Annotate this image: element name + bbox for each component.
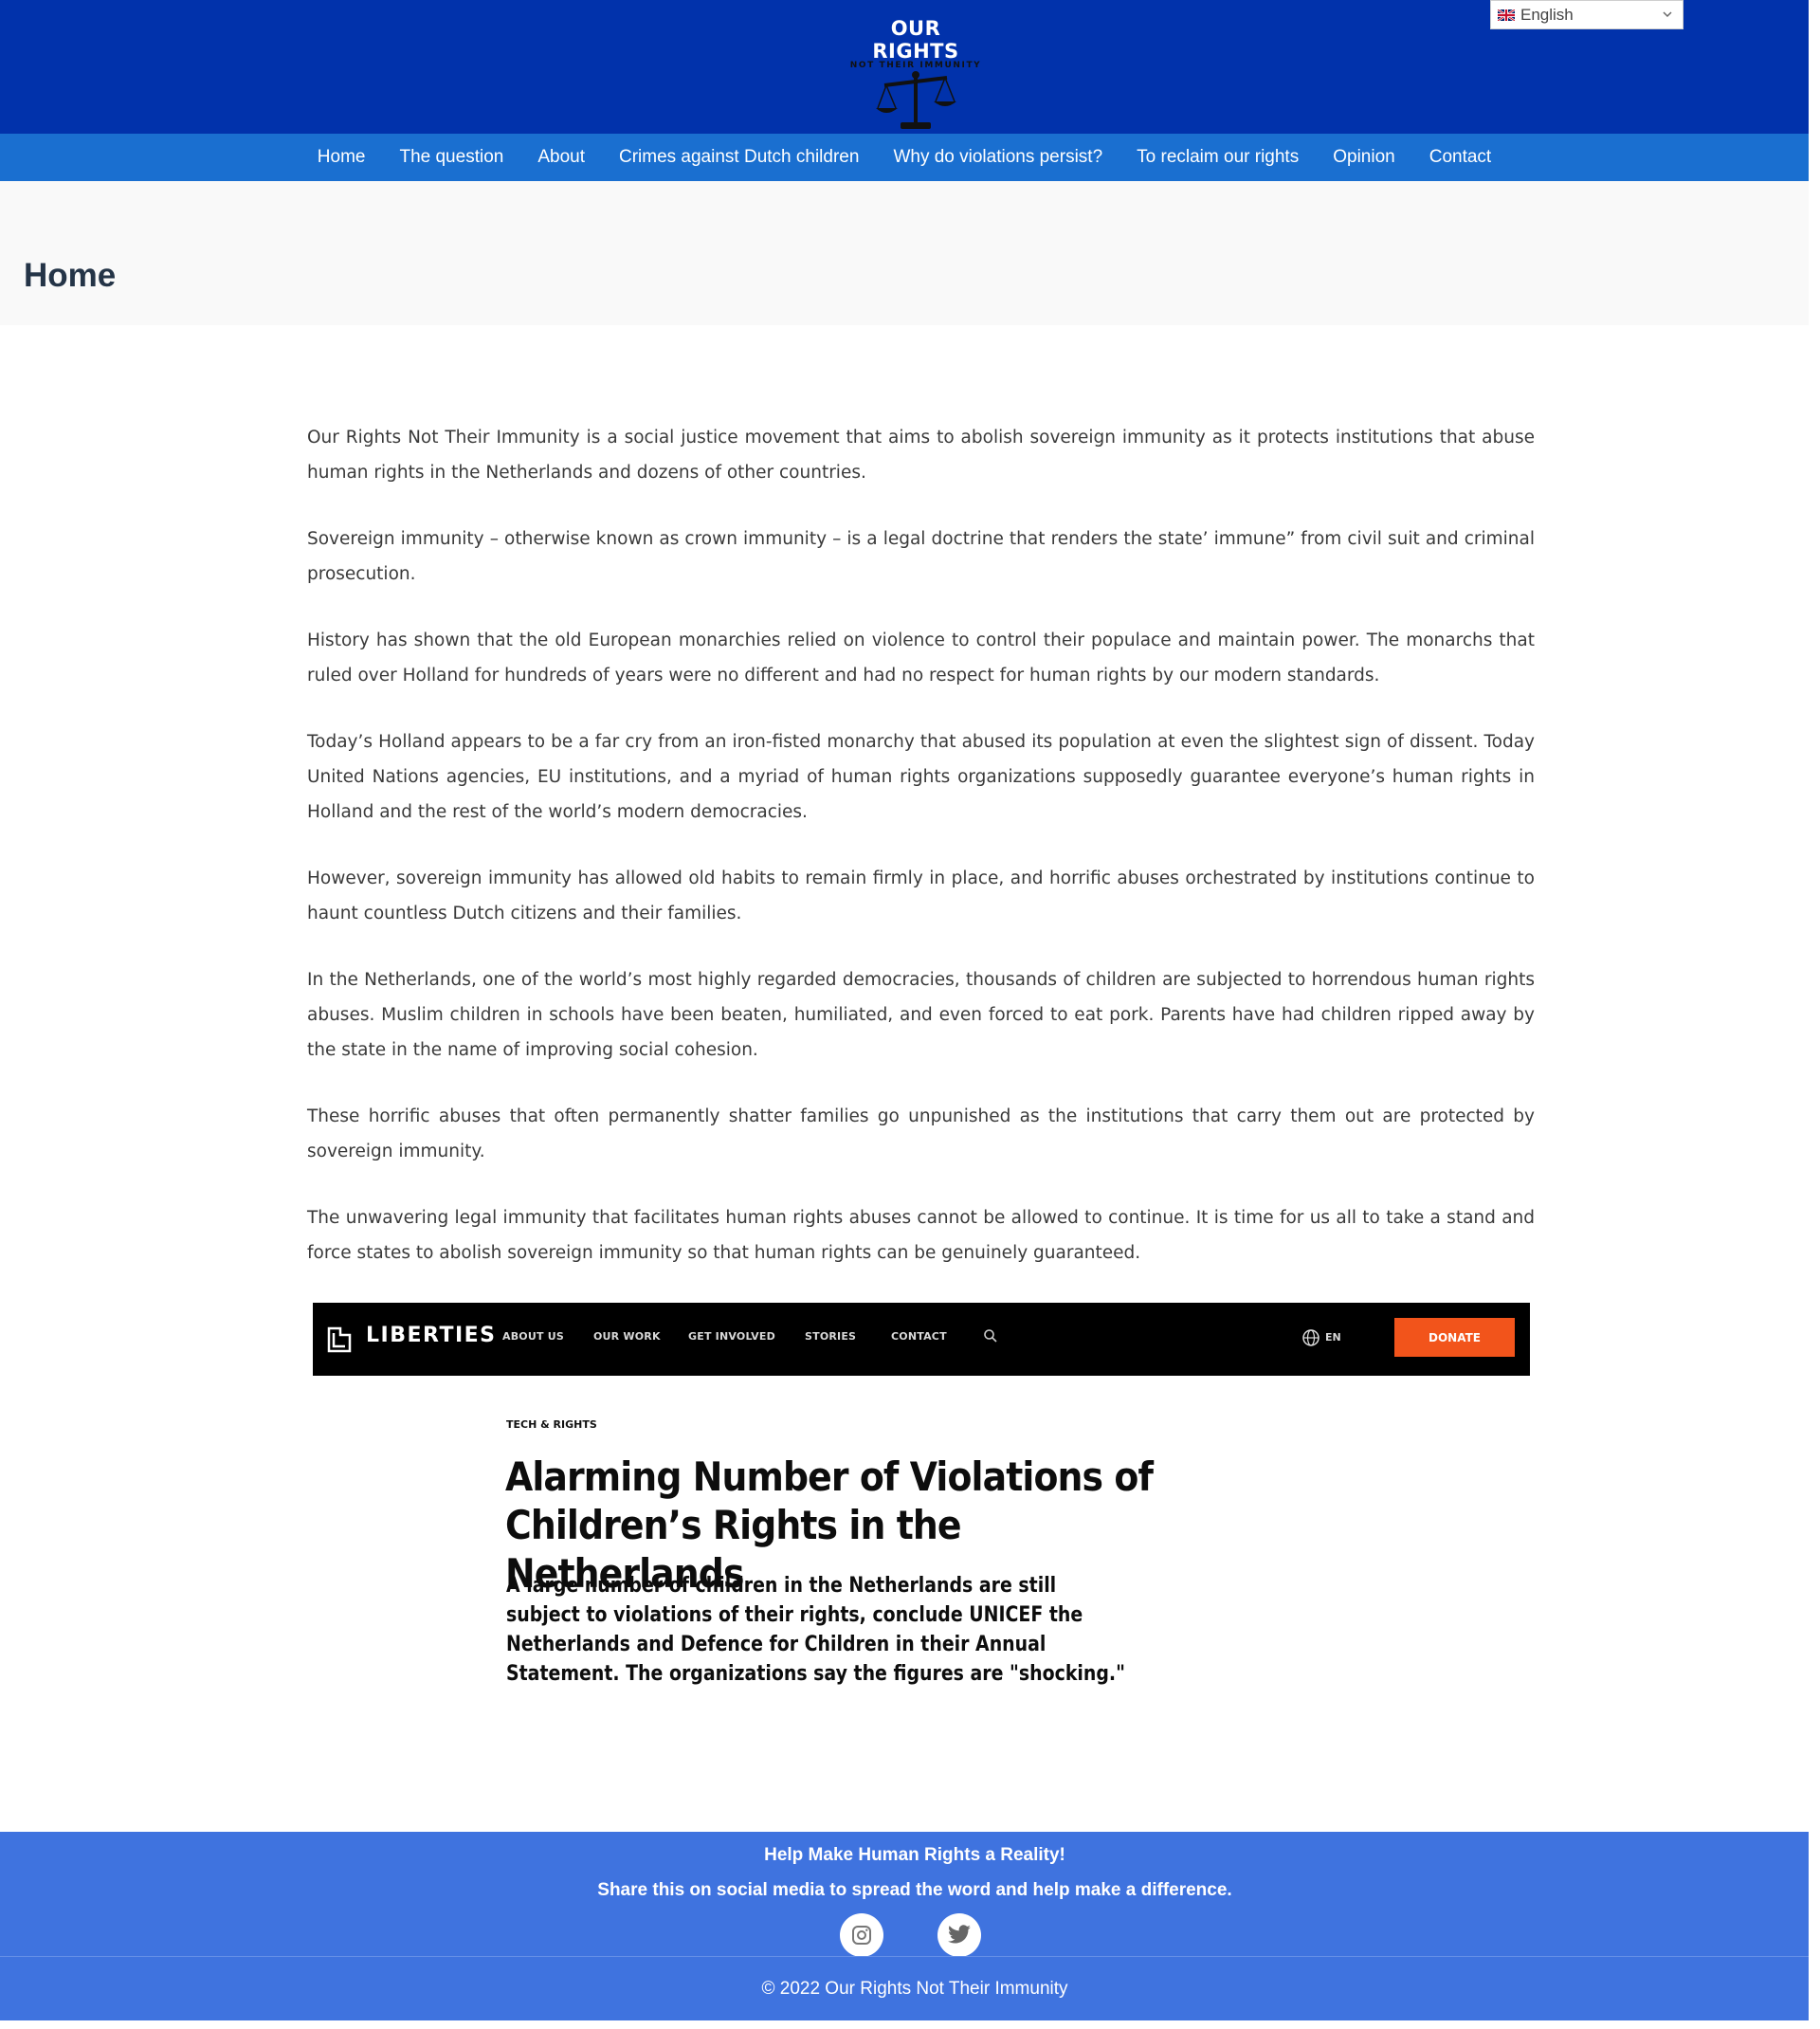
language-select-value: English [1520, 5, 1574, 24]
footer-divider [0, 1956, 1809, 1957]
instagram-icon [852, 1926, 871, 1945]
logo-subtitle: NOT THEIR IMMUNITY [849, 61, 982, 70]
article-lede: A large number of children in the Nether… [506, 1574, 1125, 1686]
paragraph: Sovereign immunity – otherwise known as … [307, 529, 1535, 584]
site-logo[interactable]: OUR RIGHTS NOT THEIR IMMUNITY [845, 17, 987, 129]
nav-item-about[interactable]: About [537, 147, 585, 168]
liberties-navbar: LIBERTIES ABOUT US OUR WORK GET INVOLVED… [313, 1303, 1530, 1376]
paragraph: Today’s Holland appears to be a far cry … [307, 732, 1535, 822]
uk-flag-icon [1498, 9, 1515, 21]
page-title-band: Home [0, 181, 1809, 325]
liberties-article-image: LIBERTIES ABOUT US OUR WORK GET INVOLVED… [313, 1303, 1530, 1710]
article-kicker: TECH & RIGHTS [506, 1418, 597, 1431]
liberties-menu-item: CONTACT [891, 1330, 947, 1343]
main-content: Our Rights Not Their Immunity is a socia… [307, 420, 1535, 1302]
logo-title: OUR RIGHTS [872, 17, 959, 63]
search-icon [984, 1329, 997, 1343]
footer-heading: Help Make Human Rights a Reality! [764, 1845, 1065, 1865]
paragraph: Our Rights Not Their Immunity is a socia… [307, 428, 1535, 483]
paragraph: History has shown that the old European … [307, 631, 1535, 685]
copyright: © 2022 Our Rights Not Their Immunity [761, 1979, 1068, 1999]
liberties-menu-item: ABOUT US [502, 1330, 564, 1343]
nav-item-home[interactable]: Home [318, 147, 366, 168]
chevron-down-icon [1663, 11, 1672, 18]
twitter-share-button[interactable] [937, 1913, 981, 1957]
site-header: OUR RIGHTS NOT THEIR IMMUNITY English [0, 0, 1809, 134]
scales-of-justice-icon [876, 71, 956, 129]
main-nav: Home The question About Crimes against D… [0, 134, 1809, 181]
liberties-logo-icon [327, 1326, 352, 1353]
instagram-share-button[interactable] [840, 1913, 883, 1957]
liberties-menu-item: STORIES [805, 1330, 857, 1343]
nav-item-crimes[interactable]: Crimes against Dutch children [619, 147, 859, 168]
nav-item-opinion[interactable]: Opinion [1333, 147, 1395, 168]
paragraph: However, sovereign immunity has allowed … [307, 868, 1535, 923]
twitter-icon [948, 1925, 971, 1944]
liberties-menu-item: OUR WORK [593, 1330, 661, 1343]
nav-item-contact[interactable]: Contact [1429, 147, 1491, 168]
liberties-menu-item: GET INVOLVED [688, 1330, 775, 1343]
page-title: Home [24, 257, 117, 294]
site-footer: Help Make Human Rights a Reality! Share … [0, 1832, 1809, 2020]
nav-item-the-question[interactable]: The question [399, 147, 503, 168]
nav-item-why-violations[interactable]: Why do violations persist? [893, 147, 1102, 168]
paragraph: In the Netherlands, one of the world’s m… [307, 970, 1535, 1060]
footer-subheading: Share this on social media to spread the… [597, 1880, 1232, 1900]
paragraph: These horrific abuses that often permane… [307, 1106, 1535, 1161]
globe-icon [1302, 1329, 1320, 1346]
liberties-donate-button: DONATE [1394, 1318, 1515, 1357]
language-select[interactable]: English [1490, 0, 1684, 29]
paragraph: The unwavering legal immunity that facil… [307, 1208, 1535, 1263]
nav-item-reclaim-rights[interactable]: To reclaim our rights [1137, 147, 1299, 168]
liberties-brand: LIBERTIES [366, 1324, 497, 1347]
liberties-lang: EN [1325, 1331, 1341, 1344]
